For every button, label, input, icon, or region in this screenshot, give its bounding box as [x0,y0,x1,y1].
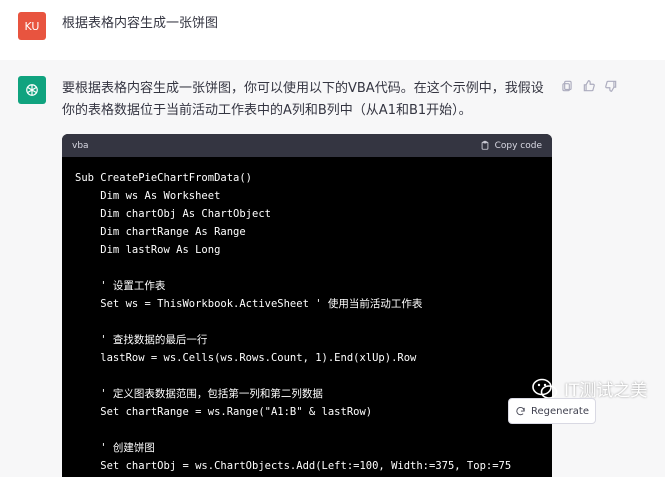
openai-logo-icon [18,76,46,104]
code-content: Sub CreatePieChartFromData() Dim ws As W… [62,157,552,475]
code-line: ' 查找数据的最后一行 [75,334,208,346]
code-line: Dim chartObj As ChartObject [75,208,271,220]
clipboard-icon [481,140,488,150]
assistant-message-text: 要根据表格内容生成一张饼图，你可以使用以下的VBA代码。在这个示例中，我假设你的… [62,81,544,118]
code-line: Dim ws As Worksheet [75,190,221,202]
code-line: Dim chartRange As Range [75,226,246,238]
user-avatar: KU [18,12,46,40]
code-line: Set chartObj = ws.ChartObjects.Add(Left:… [75,460,512,472]
code-line: Set chartRange = ws.Range("A1:B" & lastR… [75,406,373,418]
code-line: Sub CreatePieChartFromData() [75,172,253,184]
thumbs-down-icon[interactable] [604,78,618,92]
message-actions [560,78,618,92]
thumbs-up-icon[interactable] [582,78,596,92]
code-line: lastRow = ws.Cells(ws.Rows.Count, 1).End… [75,352,417,364]
code-language-label: vba [72,140,89,151]
copy-icon[interactable] [560,78,574,92]
regenerate-label: Regenerate [531,405,589,417]
user-message-text: 根据表格内容生成一张饼图 [62,16,219,31]
copy-code-button[interactable]: Copy code [480,140,542,151]
code-line: ' 设置工作表 [75,280,166,292]
code-line: ' 创建饼图 [75,442,155,454]
code-block-header: vba Copy code [62,134,552,157]
regenerate-button[interactable]: Regenerate [508,398,596,424]
wechat-icon [532,378,558,399]
user-message-row: KU 根据表格内容生成一张饼图 [0,0,665,60]
code-line: Dim lastRow As Long [75,244,221,256]
copy-code-label: Copy code [494,140,542,151]
code-line: Set ws = ThisWorkbook.ActiveSheet ' 使用当前… [75,298,423,310]
code-line: ' 定义图表数据范围，包括第一列和第二列数据 [75,388,323,400]
refresh-icon [516,406,525,415]
code-block: vba Copy code Sub CreatePieChartFromData… [62,134,552,477]
